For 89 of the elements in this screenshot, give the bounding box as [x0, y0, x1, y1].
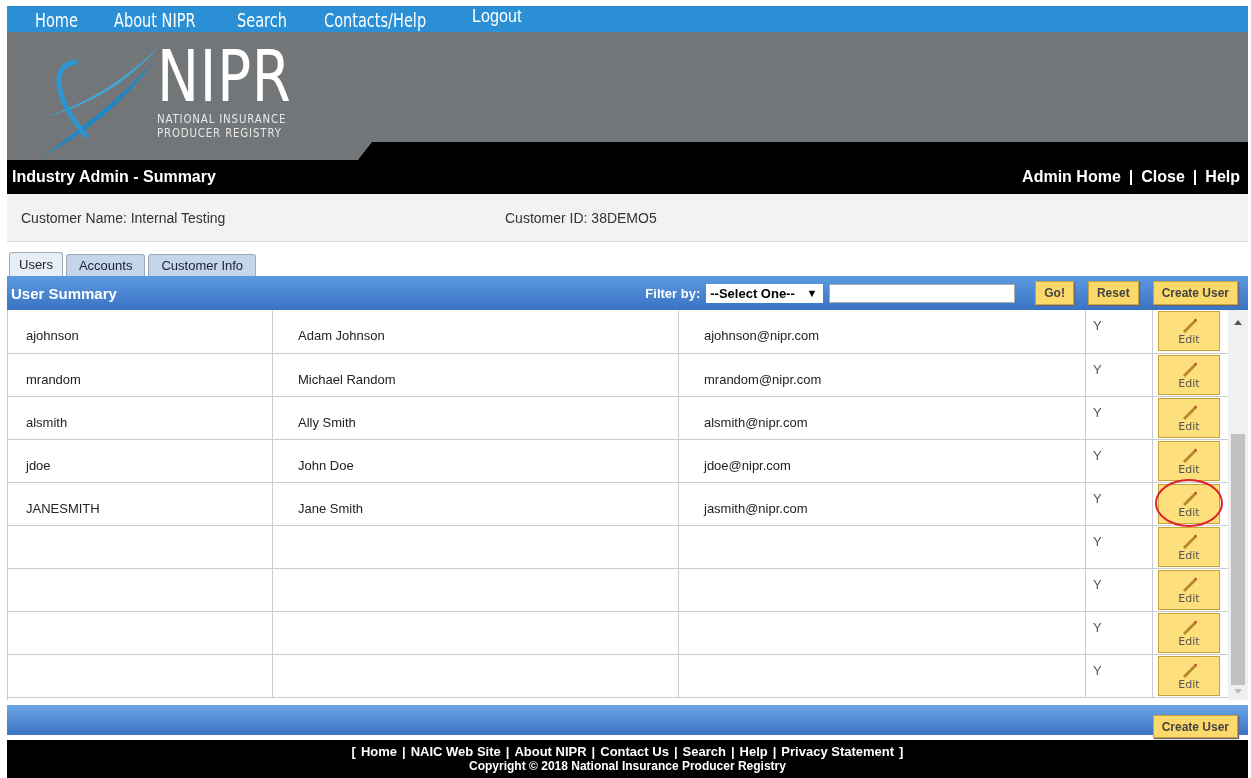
status-value: Y: [1093, 405, 1102, 420]
edit-button[interactable]: Edit: [1158, 355, 1220, 395]
action-button[interactable]: Create User: [1152, 281, 1238, 305]
edit-button[interactable]: Edit: [1158, 398, 1220, 438]
tab[interactable]: Accounts: [65, 254, 146, 276]
status-value: Y: [1093, 362, 1102, 377]
header-link[interactable]: Help: [1205, 168, 1240, 186]
pencil-icon: [1181, 532, 1197, 549]
separator: |: [772, 745, 777, 759]
status-value: Y: [1093, 577, 1102, 592]
customer-id: Customer ID: 38DEMO5: [505, 209, 657, 226]
username-cell: alsmith: [26, 415, 68, 430]
separator: |: [1128, 168, 1134, 186]
full-name-cell: John Doe: [298, 458, 354, 473]
filter-label: Filter by:: [645, 285, 701, 301]
edit-button[interactable]: Edit: [1158, 484, 1220, 524]
pencil-icon: [1181, 618, 1197, 635]
scrollbar[interactable]: [1228, 310, 1248, 700]
pencil-icon: [1181, 661, 1197, 678]
pencil-icon: [1181, 403, 1197, 420]
create-user-button[interactable]: Create User: [1152, 715, 1238, 738]
edit-button[interactable]: Edit: [1158, 656, 1220, 696]
page-title: Industry Admin - Summary: [12, 168, 216, 186]
logo-tagline: PRODUCER REGISTRY: [157, 126, 283, 140]
action-button[interactable]: Go!: [1035, 281, 1074, 305]
footer-link[interactable]: Privacy Statement: [781, 745, 895, 759]
footer-link[interactable]: Contact Us: [600, 745, 669, 759]
pencil-icon: [1181, 360, 1197, 377]
email-cell: mrandom@nipr.com: [704, 372, 822, 387]
header-link[interactable]: Close: [1141, 168, 1185, 186]
filter-dropdown[interactable]: --Select One-- ▼: [706, 283, 824, 303]
status-value: Y: [1093, 448, 1102, 463]
panel-title: User Summary: [11, 284, 117, 302]
status-value: Y: [1093, 491, 1102, 506]
nav-link[interactable]: Logout: [472, 6, 531, 26]
footer-link[interactable]: NAIC Web Site: [410, 745, 501, 759]
email-cell: jdoe@nipr.com: [704, 458, 791, 473]
status-value: Y: [1093, 620, 1102, 635]
edit-button[interactable]: Edit: [1158, 311, 1220, 351]
edit-button[interactable]: Edit: [1158, 613, 1220, 653]
filter-input[interactable]: [829, 283, 1016, 303]
nav-link[interactable]: Contacts/Help: [324, 8, 435, 32]
logo-tagline: NATIONAL INSURANCE: [157, 112, 288, 126]
bracket: [: [351, 745, 356, 759]
pencil-icon: [1181, 489, 1197, 506]
tab[interactable]: Users: [9, 252, 63, 276]
footer-link[interactable]: Home: [360, 745, 398, 759]
status-value: Y: [1093, 318, 1102, 333]
separator: |: [402, 745, 406, 759]
logo-wordmark: NIPR: [157, 40, 292, 112]
full-name-cell: Michael Random: [298, 372, 396, 387]
separator: |: [673, 745, 678, 759]
full-name-cell: Jane Smith: [298, 501, 364, 516]
username-cell: jdoe: [26, 458, 51, 473]
edit-button[interactable]: Edit: [1158, 441, 1220, 481]
scroll-thumb[interactable]: [1231, 434, 1245, 685]
status-value: Y: [1093, 534, 1102, 549]
email-cell: alsmith@nipr.com: [704, 415, 808, 430]
separator: |: [730, 745, 735, 759]
edit-button[interactable]: Edit: [1158, 527, 1220, 567]
scroll-down-icon[interactable]: [1234, 689, 1242, 694]
header-link[interactable]: Admin Home: [1022, 168, 1121, 186]
nav-link[interactable]: Home: [35, 8, 87, 32]
copyright-text: Copyright © 2018 National Insurance Producer Registry: [469, 759, 786, 773]
pencil-icon: [1181, 446, 1197, 463]
email-cell: jasmith@nipr.com: [704, 501, 808, 516]
username-cell: JANESMITH: [26, 501, 100, 516]
edit-button[interactable]: Edit: [1158, 570, 1220, 610]
email-cell: ajohnson@nipr.com: [704, 328, 820, 343]
separator: |: [1192, 168, 1198, 186]
nav-link[interactable]: Search: [237, 8, 296, 32]
action-button[interactable]: Reset: [1087, 281, 1139, 305]
footer-link[interactable]: Help: [739, 745, 768, 759]
separator: |: [591, 745, 596, 759]
tab[interactable]: Customer Info: [148, 254, 257, 276]
full-name-cell: Ally Smith: [298, 415, 356, 430]
pencil-icon: [1181, 316, 1197, 333]
username-cell: mrandom: [26, 372, 81, 387]
username-cell: ajohnson: [26, 328, 79, 343]
full-name-cell: Adam Johnson: [298, 328, 385, 343]
status-value: Y: [1093, 663, 1102, 678]
customer-name: Customer Name: Internal Testing: [21, 209, 227, 226]
separator: |: [505, 745, 510, 759]
bracket: ]: [899, 745, 904, 759]
pencil-icon: [1181, 575, 1197, 592]
nav-link[interactable]: About NIPR: [113, 8, 204, 32]
scroll-up-icon[interactable]: [1234, 320, 1242, 325]
footer-link[interactable]: Search: [682, 745, 726, 759]
footer-link[interactable]: About NIPR: [514, 745, 587, 759]
